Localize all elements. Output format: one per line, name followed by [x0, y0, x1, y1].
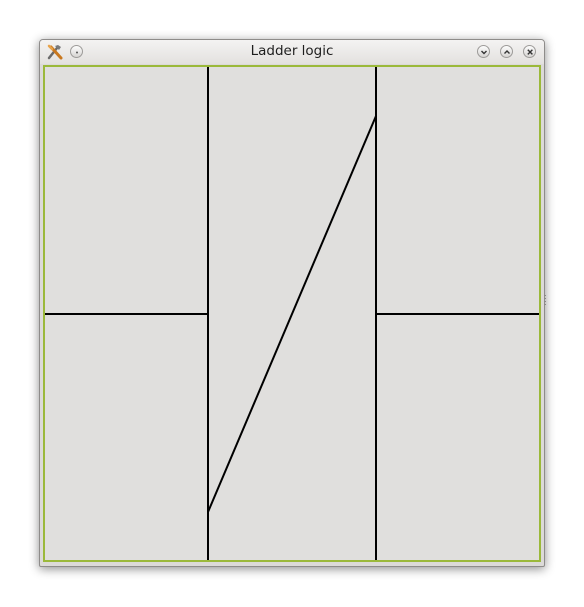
close-button[interactable] — [523, 45, 536, 58]
chevron-down-icon — [481, 50, 487, 55]
close-icon — [527, 49, 533, 55]
chevron-up-icon — [504, 50, 510, 54]
window-title: Ladder logic — [250, 43, 334, 59]
title-bar[interactable]: Ladder logic — [40, 40, 544, 64]
maximize-button[interactable] — [500, 45, 513, 58]
diagonal-line — [207, 115, 377, 513]
application-window: Ladder logic — [39, 39, 546, 567]
resize-grip[interactable] — [544, 295, 546, 305]
minimize-button[interactable] — [477, 45, 490, 58]
drawing-canvas[interactable] — [43, 65, 541, 562]
ladder-drawing — [45, 67, 539, 560]
